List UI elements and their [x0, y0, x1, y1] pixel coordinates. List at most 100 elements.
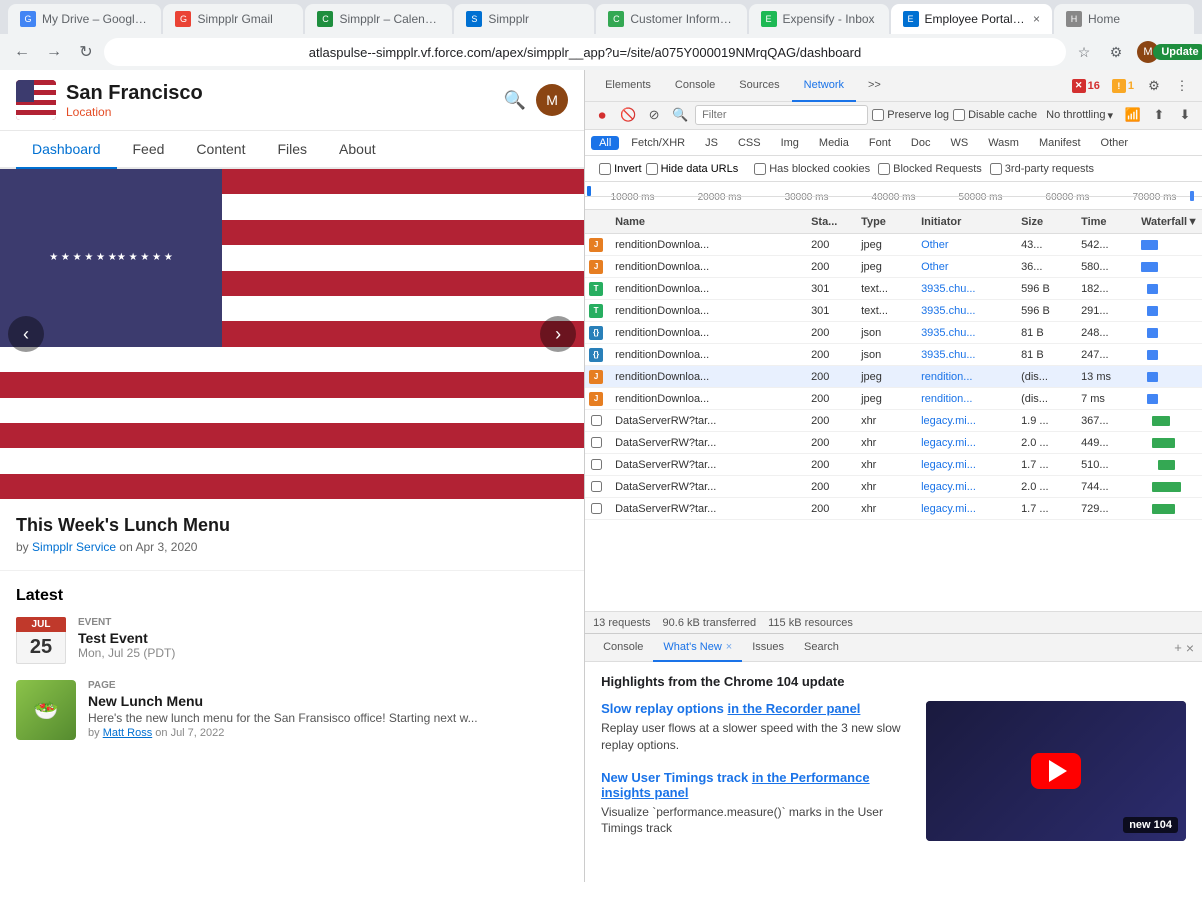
browser-tab-3[interactable]: S Simpplr: [454, 4, 594, 34]
article-author-link[interactable]: Simpplr Service: [32, 540, 116, 554]
network-row[interactable]: DataServerRW?tar... 200 xhr legacy.mi...…: [585, 410, 1202, 432]
import-button[interactable]: ⬆: [1148, 104, 1170, 126]
filter-doc[interactable]: Doc: [903, 136, 939, 150]
close-bottom-panel-icon[interactable]: ×: [1186, 640, 1194, 656]
network-row[interactable]: DataServerRW?tar... 200 xhr legacy.mi...…: [585, 454, 1202, 476]
search-button[interactable]: 🔍: [669, 104, 691, 126]
browser-tab-2[interactable]: C Simpplr – Calendar: [305, 4, 452, 34]
third-party-check[interactable]: [990, 163, 1002, 175]
invert-check[interactable]: [599, 163, 611, 175]
news-author-link[interactable]: Matt Ross: [103, 727, 153, 739]
blocked-requests-check[interactable]: [878, 163, 890, 175]
network-row[interactable]: {} renditionDownloa... 200 json 3935.chu…: [585, 322, 1202, 344]
search-icon[interactable]: 🔍: [504, 90, 526, 111]
network-row[interactable]: J renditionDownloa... 200 jpeg Other 36.…: [585, 256, 1202, 278]
preserve-log-check[interactable]: [872, 109, 884, 121]
more-options-button[interactable]: ⋮: [1170, 74, 1194, 98]
back-button[interactable]: ←: [8, 38, 36, 66]
row-checkbox[interactable]: [591, 503, 602, 514]
network-row[interactable]: DataServerRW?tar... 200 xhr legacy.mi...…: [585, 432, 1202, 454]
youtube-play-button[interactable]: [1031, 753, 1081, 789]
avatar[interactable]: M: [536, 84, 568, 116]
settings-button[interactable]: ⚙: [1142, 74, 1166, 98]
filter-fetch-xhr[interactable]: Fetch/XHR: [623, 136, 693, 150]
hide-data-urls-check[interactable]: [646, 163, 658, 175]
event-name[interactable]: Test Event: [78, 630, 175, 646]
preserve-log-checkbox[interactable]: Preserve log: [872, 109, 949, 121]
update-button[interactable]: Update: [1166, 38, 1194, 66]
tab-close-icon[interactable]: ×: [1033, 12, 1040, 26]
blocked-cookies-checkbox[interactable]: Has blocked cookies: [754, 163, 870, 175]
filter-button[interactable]: ⊘: [643, 104, 665, 126]
item-0-title-link[interactable]: in the Recorder panel: [727, 701, 860, 716]
col-header-initiator[interactable]: Initiator: [917, 216, 1017, 228]
network-filter-input[interactable]: [695, 105, 868, 125]
blocked-requests-checkbox[interactable]: Blocked Requests: [878, 163, 982, 175]
devtools-tab-console[interactable]: Console: [663, 70, 727, 102]
filter-img[interactable]: Img: [773, 136, 807, 150]
nav-item-dashboard[interactable]: Dashboard: [16, 131, 117, 169]
col-header-size[interactable]: Size: [1017, 216, 1077, 228]
network-row[interactable]: J renditionDownloa... 200 jpeg rendition…: [585, 388, 1202, 410]
browser-tab-6[interactable]: E Employee Portal |... ×: [891, 4, 1052, 34]
network-row[interactable]: DataServerRW?tar... 200 xhr legacy.mi...…: [585, 476, 1202, 498]
filter-all[interactable]: All: [591, 136, 619, 150]
extension-button[interactable]: ⚙: [1102, 38, 1130, 66]
browser-tab-4[interactable]: C Customer Informa...: [596, 4, 746, 34]
browser-tab-1[interactable]: G Simpplr Gmail: [163, 4, 303, 34]
browser-tab-7[interactable]: H Home: [1054, 4, 1194, 34]
col-header-type[interactable]: Type: [857, 216, 917, 228]
filter-font[interactable]: Font: [861, 136, 899, 150]
clear-button[interactable]: 🚫: [617, 104, 639, 126]
nav-item-files[interactable]: Files: [261, 131, 323, 169]
bottom-tab-whats-new[interactable]: What's New ×: [653, 634, 742, 662]
disable-cache-check[interactable]: [953, 109, 965, 121]
filter-ws[interactable]: WS: [942, 136, 976, 150]
network-row[interactable]: J renditionDownloa... 200 jpeg Other 43.…: [585, 234, 1202, 256]
wifi-icon[interactable]: 📶: [1122, 104, 1144, 126]
browser-tab-5[interactable]: E Expensify - Inbox: [749, 4, 889, 34]
reload-button[interactable]: ↻: [72, 38, 100, 66]
nav-item-content[interactable]: Content: [180, 131, 261, 169]
news-title[interactable]: New Lunch Menu: [88, 693, 478, 709]
bottom-tab-issues[interactable]: Issues: [742, 634, 794, 662]
throttling-select[interactable]: No throttling ▾: [1041, 107, 1118, 124]
export-button[interactable]: ⬇: [1174, 104, 1196, 126]
row-checkbox[interactable]: [591, 437, 602, 448]
hide-data-urls-checkbox[interactable]: Hide data URLs: [646, 163, 739, 175]
forward-button[interactable]: →: [40, 38, 68, 66]
row-checkbox[interactable]: [591, 459, 602, 470]
browser-tab-0[interactable]: G My Drive – Google...: [8, 4, 161, 34]
network-row[interactable]: J renditionDownloa... 200 jpeg rendition…: [585, 366, 1202, 388]
filter-media[interactable]: Media: [811, 136, 857, 150]
filter-manifest[interactable]: Manifest: [1031, 136, 1089, 150]
whats-new-video[interactable]: new 104: [926, 701, 1186, 841]
filter-css[interactable]: CSS: [730, 136, 769, 150]
record-button[interactable]: ⏺: [591, 104, 613, 126]
bottom-tab-search[interactable]: Search: [794, 634, 849, 662]
col-header-waterfall[interactable]: Waterfall ▼: [1137, 216, 1202, 228]
nav-item-about[interactable]: About: [323, 131, 392, 169]
error-badge[interactable]: ✕ 16: [1068, 74, 1104, 98]
third-party-checkbox[interactable]: 3rd-party requests: [990, 163, 1094, 175]
filter-other[interactable]: Other: [1093, 136, 1137, 150]
filter-wasm[interactable]: Wasm: [980, 136, 1027, 150]
devtools-tab-more[interactable]: >>: [856, 70, 893, 102]
col-header-status[interactable]: Sta...: [807, 216, 857, 228]
filter-js[interactable]: JS: [697, 136, 726, 150]
devtools-tab-network[interactable]: Network: [792, 70, 856, 102]
network-row[interactable]: T renditionDownloa... 301 text... 3935.c…: [585, 278, 1202, 300]
nav-item-feed[interactable]: Feed: [117, 131, 181, 169]
row-checkbox[interactable]: [591, 415, 602, 426]
network-row[interactable]: T renditionDownloa... 301 text... 3935.c…: [585, 300, 1202, 322]
col-header-name[interactable]: Name: [607, 216, 807, 228]
network-row[interactable]: DataServerRW?tar... 200 xhr legacy.mi...…: [585, 498, 1202, 520]
whats-new-close-icon[interactable]: ×: [726, 641, 732, 653]
bottom-tab-console[interactable]: Console: [593, 634, 653, 662]
col-header-time[interactable]: Time: [1077, 216, 1137, 228]
disable-cache-checkbox[interactable]: Disable cache: [953, 109, 1037, 121]
blocked-cookies-check[interactable]: [754, 163, 766, 175]
warning-badge[interactable]: ! 1: [1108, 74, 1138, 98]
address-bar[interactable]: atlaspulse--simpplr.vf.force.com/apex/si…: [104, 38, 1066, 66]
row-checkbox[interactable]: [591, 481, 602, 492]
